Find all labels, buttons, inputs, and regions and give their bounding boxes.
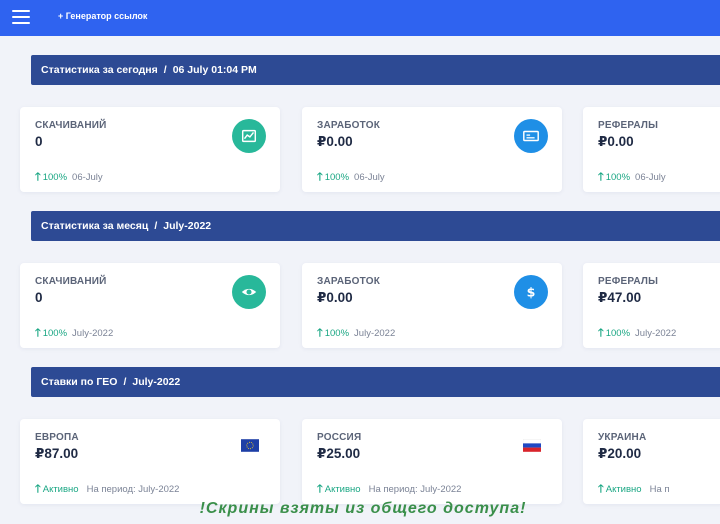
card-geo-ukraine: УКРАИНА ₽20.00 🡑 Активно На п	[583, 419, 720, 504]
section-period: 06 July 01:04 PM	[172, 64, 257, 76]
arrow-up-icon: 🡑	[35, 171, 41, 183]
russia-flag-icon	[522, 437, 542, 453]
section-month-header: Статистика за месяц / July-2022	[31, 211, 720, 241]
arrow-up-icon: 🡑	[317, 171, 323, 183]
section-geo-header: Ставки по ГЕО / July-2022	[31, 367, 720, 397]
section-title: Ставки по ГЕО	[41, 376, 118, 388]
section-title: Статистика за сегодня	[41, 64, 158, 76]
watermark-text: !Скрины взяты из общего доступа!	[199, 500, 527, 517]
link-generator-button[interactable]: + Генератор ссылок	[58, 11, 147, 21]
card-geo-europe: ЕВРОПА ₽87.00 🡑 Активно На период: July-…	[20, 419, 280, 504]
chart-icon	[232, 119, 266, 153]
card-today-downloads: СКАЧИВАНИЙ 0 🡑 100% 06-July	[20, 107, 280, 192]
arrow-up-icon: 🡑	[317, 483, 323, 495]
arrow-up-icon: 🡑	[598, 327, 604, 339]
eye-icon	[232, 275, 266, 309]
arrow-up-icon: 🡑	[35, 327, 41, 339]
top-navbar: + Генератор ссылок	[0, 0, 720, 36]
money-icon	[514, 119, 548, 153]
menu-icon[interactable]	[12, 10, 30, 24]
arrow-up-icon: 🡑	[35, 483, 41, 495]
section-title: Статистика за месяц	[41, 220, 149, 232]
arrow-up-icon: 🡑	[317, 327, 323, 339]
card-month-earnings: ЗАРАБОТОК ₽0.00 $ 🡑 100% July-2022	[302, 263, 562, 348]
eu-flag-icon	[240, 437, 260, 453]
section-period: July-2022	[132, 376, 181, 388]
arrow-up-icon: 🡑	[598, 171, 604, 183]
section-period: July-2022	[163, 220, 212, 232]
card-month-downloads: СКАЧИВАНИЙ 0 🡑 100% July-2022	[20, 263, 280, 348]
section-today-header: Статистика за сегодня / 06 July 01:04 PM	[31, 55, 720, 85]
card-today-earnings: ЗАРАБОТОК ₽0.00 🡑 100% 06-July	[302, 107, 562, 192]
dollar-icon: $	[514, 275, 548, 309]
arrow-up-icon: 🡑	[598, 483, 604, 495]
card-geo-russia: РОССИЯ ₽25.00 🡑 Активно На период: July-…	[302, 419, 562, 504]
card-today-referrals: РЕФЕРАЛЫ ₽0.00 🡑 100% 06-July	[583, 107, 720, 192]
card-month-referrals: РЕФЕРАЛЫ ₽47.00 🡑 100% July-2022	[583, 263, 720, 348]
svg-text:$: $	[527, 285, 536, 300]
